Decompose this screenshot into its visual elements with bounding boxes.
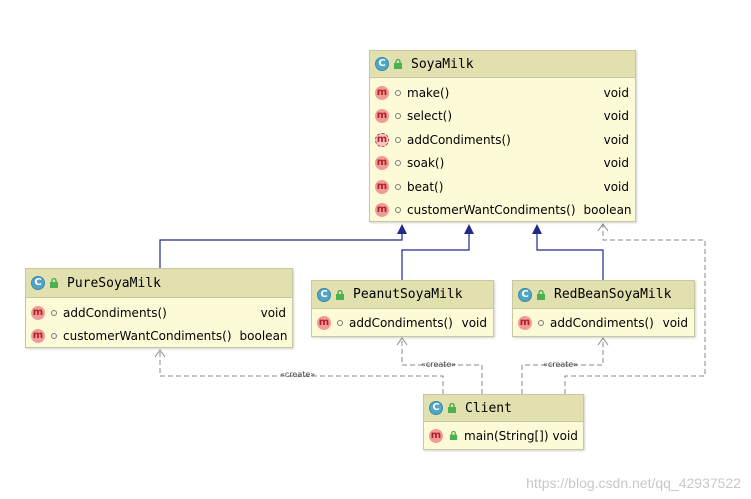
class-icon: C (317, 287, 331, 302)
public-lock-icon (449, 431, 458, 441)
lock-icon (50, 278, 58, 288)
return-type: boolean (239, 329, 288, 344)
class-header: C SoyaMilk (370, 51, 635, 78)
class-peanutsoyamilk[interactable]: C PeanutSoyaMilk m addCondiments() void (311, 280, 494, 337)
return-type: void (662, 315, 688, 330)
method-icon: m (375, 179, 389, 194)
class-client[interactable]: C Client m main(String[]) void (423, 394, 584, 450)
method-signature: customerWantCondiments() (407, 203, 576, 218)
lock-icon (336, 289, 344, 300)
method-row[interactable]: m select() void (370, 105, 635, 129)
method-icon: m (375, 156, 389, 171)
lock-icon (448, 403, 456, 413)
class-name: RedBeanSoyaMilk (554, 287, 672, 302)
create-label-redbean: «create» (543, 360, 579, 369)
method-icon: m (375, 109, 389, 124)
method-signature: addCondiments() (550, 315, 654, 330)
class-redbeansoyamilk[interactable]: C RedBeanSoyaMilk m addCondiments() void (512, 280, 695, 337)
method-row[interactable]: m addCondiments() void (312, 311, 493, 335)
class-name: PureSoyaMilk (67, 275, 161, 291)
inheritance-arrow-peanut (464, 224, 474, 234)
return-type: void (260, 305, 286, 320)
return-type: void (552, 428, 578, 443)
create-label-peanut: «create» (421, 360, 457, 369)
class-soyamilk[interactable]: C SoyaMilk m make() void m select() void… (369, 50, 636, 222)
return-type: void (603, 179, 629, 194)
method-row[interactable]: m addCondiments() void (370, 128, 635, 152)
method-row[interactable]: m customerWantCondiments() boolean (26, 325, 292, 349)
lock-icon (394, 59, 402, 69)
method-row[interactable]: m make() void (370, 81, 635, 105)
inheritance-edge-peanut (401, 226, 470, 280)
method-icon: m (518, 315, 532, 330)
class-header: C PureSoyaMilk (26, 269, 292, 298)
return-type: void (603, 156, 629, 171)
class-name: Client (465, 400, 512, 416)
class-header: C PeanutSoyaMilk (312, 281, 493, 309)
inheritance-edge-redbean (536, 226, 604, 280)
method-signature: soak() (407, 156, 445, 171)
runnable-class-icon: C (429, 401, 443, 415)
method-signature: customerWantCondiments() (63, 329, 232, 344)
return-type: void (603, 109, 629, 124)
method-row[interactable]: m soak() void (370, 152, 635, 176)
inheritance-edge-pure (159, 226, 403, 268)
abstract-method-icon: m (375, 132, 389, 147)
method-icon: m (31, 305, 45, 320)
class-header: C Client (424, 395, 583, 422)
static-method-icon: m (429, 428, 443, 443)
method-row[interactable]: m main(String[]) void (424, 424, 583, 448)
create-label-pure: «create» (280, 370, 316, 379)
method-signature: beat() (407, 179, 444, 194)
method-icon: m (375, 203, 389, 218)
method-row[interactable]: m customerWantCondiments() boolean (370, 199, 635, 223)
method-row[interactable]: m addCondiments() void (26, 301, 292, 325)
method-row[interactable]: m beat() void (370, 175, 635, 199)
class-icon: C (518, 287, 532, 302)
method-row[interactable]: m addCondiments() void (513, 311, 694, 335)
class-icon: C (31, 276, 45, 290)
method-signature: main(String[]) (464, 428, 549, 443)
inheritance-arrow-pure (397, 224, 407, 234)
method-signature: select() (407, 109, 453, 124)
return-type: void (461, 315, 487, 330)
inheritance-arrow-redbean (532, 224, 542, 234)
class-name: SoyaMilk (411, 56, 474, 72)
class-puresoyamilk[interactable]: C PureSoyaMilk m addCondiments() void m … (25, 268, 293, 348)
class-icon: C (375, 57, 389, 71)
watermark: https://blog.csdn.net/qq_42937522 (526, 475, 741, 491)
method-signature: addCondiments() (407, 132, 511, 147)
method-icon: m (31, 329, 45, 344)
method-signature: addCondiments() (349, 315, 453, 330)
method-icon: m (375, 85, 389, 100)
method-icon: m (317, 315, 331, 330)
lock-icon (537, 289, 545, 300)
method-signature: make() (407, 85, 450, 100)
class-header: C RedBeanSoyaMilk (513, 281, 694, 309)
return-type: void (603, 132, 629, 147)
return-type: void (603, 85, 629, 100)
return-type: boolean (583, 203, 632, 218)
class-name: PeanutSoyaMilk (353, 287, 463, 302)
method-signature: addCondiments() (63, 305, 167, 320)
